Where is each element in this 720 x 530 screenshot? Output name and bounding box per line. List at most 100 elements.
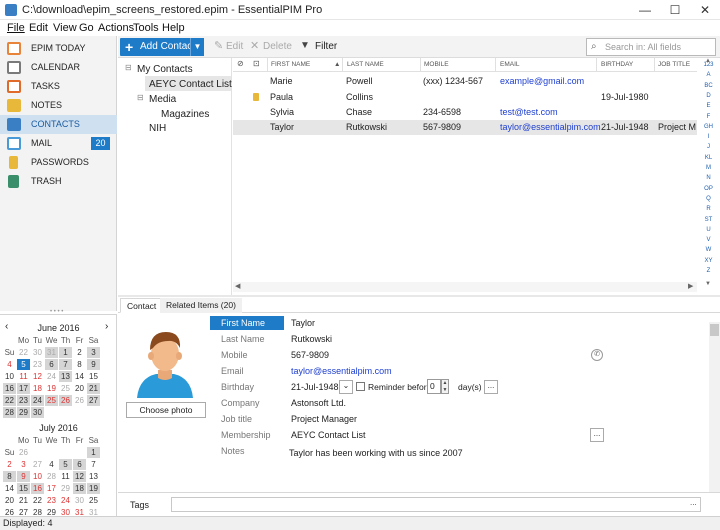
collapse-icon[interactable]: ⊟ <box>137 93 144 102</box>
calendar-day[interactable]: 22 <box>31 495 44 506</box>
table-row[interactable]: Marie Powell (xxx) 1234-567 example@gmai… <box>233 74 697 89</box>
menu-help[interactable]: Help <box>162 22 185 34</box>
alphabet-index-item[interactable]: R <box>697 206 720 212</box>
calendar-day[interactable]: 9 <box>17 471 30 482</box>
calendar-day[interactable]: 2 <box>3 459 16 470</box>
alphabet-index-item[interactable]: GH <box>697 124 720 130</box>
calendar-day[interactable]: 1 <box>59 347 72 358</box>
calendar-day[interactable]: 1 <box>87 447 100 458</box>
alphabet-index-item[interactable]: E <box>697 103 720 109</box>
calendar-day[interactable]: 30 <box>31 347 44 358</box>
close-button[interactable]: ✕ <box>690 0 720 20</box>
phone-icon[interactable]: ✆ <box>591 349 603 361</box>
calendar-day[interactable]: 25 <box>87 495 100 506</box>
calendar-day[interactable]: 3 <box>17 459 30 470</box>
reminder-spinner-icon[interactable]: ▲ ▼ <box>441 379 449 394</box>
calendar-day[interactable]: 16 <box>3 383 16 394</box>
collapse-icon[interactable]: ⊟ <box>125 63 132 72</box>
calendar-day[interactable]: 19 <box>87 483 100 494</box>
membership-more-button[interactable]: ... <box>590 428 604 442</box>
alphabet-index-item[interactable]: A <box>697 72 720 78</box>
choose-photo-button[interactable]: Choose photo <box>126 402 206 418</box>
horizontal-scrollbar[interactable]: ◀ ▶ <box>233 282 697 292</box>
email-field[interactable]: taylor@essentialpim.com <box>291 366 392 376</box>
calendar-day[interactable]: 22 <box>3 395 16 406</box>
calendar-day[interactable]: 3 <box>87 347 100 358</box>
nav-tasks[interactable]: TASKS <box>0 77 117 96</box>
calendar-day[interactable]: 6 <box>73 459 86 470</box>
next-month-icon[interactable]: › <box>105 321 108 332</box>
calendar-day[interactable]: 10 <box>3 371 16 382</box>
attachment-column-icon[interactable]: ⊘ <box>237 59 244 68</box>
calendar-day[interactable]: 20 <box>73 383 86 394</box>
calendar-day[interactable]: 11 <box>59 471 72 482</box>
scroll-up-icon[interactable]: ▲ <box>705 58 711 64</box>
calendar-day[interactable]: 14 <box>3 483 16 494</box>
detail-vertical-scrollbar[interactable] <box>709 322 720 492</box>
nav-mail[interactable]: MAIL 20 <box>0 134 117 153</box>
menu-actions[interactable]: Actions <box>98 22 134 34</box>
search-input[interactable]: ⌕ Search in: All fields <box>586 38 716 56</box>
calendar-day[interactable]: 24 <box>59 495 72 506</box>
reminder-days-input[interactable]: 0 <box>427 379 441 394</box>
calendar-day[interactable]: 8 <box>3 471 16 482</box>
calendar-day[interactable]: 2 <box>73 347 86 358</box>
alphabet-index-item[interactable]: F <box>697 114 720 120</box>
tab-contact[interactable]: Contact <box>120 298 164 313</box>
filter-button[interactable]: Filter <box>315 41 337 52</box>
calendar-day[interactable]: 17 <box>45 483 58 494</box>
calendar-day[interactable]: 11 <box>17 371 30 382</box>
calendar-day[interactable]: 13 <box>87 471 100 482</box>
calendar-day[interactable]: 21 <box>87 383 100 394</box>
calendar-day[interactable]: 16 <box>31 483 44 494</box>
calendar-day[interactable]: 28 <box>3 407 16 418</box>
calendar-day[interactable]: 4 <box>45 459 58 470</box>
tree-magazines[interactable]: Magazines <box>161 109 209 120</box>
edit-button[interactable]: Edit <box>226 41 243 52</box>
alphabet-index-item[interactable]: ST <box>697 217 720 223</box>
tree-nih[interactable]: NIH <box>149 123 166 134</box>
birthday-field[interactable]: 21-Jul-1948 <box>291 382 339 392</box>
cell-email[interactable]: example@gmail.com <box>500 76 584 86</box>
menu-view[interactable]: View <box>53 22 77 34</box>
calendar-day[interactable]: 23 <box>45 495 58 506</box>
column-email[interactable]: EMAIL <box>500 61 520 68</box>
calendar-day[interactable]: 27 <box>87 395 100 406</box>
calendar-day[interactable]: 12 <box>31 371 44 382</box>
tags-more-button[interactable]: ... <box>690 498 697 507</box>
alphabet-index-item[interactable]: Z <box>697 268 720 274</box>
calendar-day[interactable]: 13 <box>59 371 72 382</box>
alphabet-index-item[interactable]: U <box>697 227 720 233</box>
calendar-day[interactable]: 8 <box>73 359 86 370</box>
scroll-left-icon[interactable]: ◀ <box>235 282 240 290</box>
column-birthday[interactable]: BIRTHDAY <box>601 61 633 68</box>
calendar-day[interactable]: 30 <box>31 407 44 418</box>
calendar-day[interactable]: 26 <box>59 395 72 406</box>
alphabet-index-item[interactable]: KL <box>697 155 720 161</box>
menu-go[interactable]: Go <box>79 22 94 34</box>
calendar-day[interactable]: 15 <box>87 371 100 382</box>
calendar-day[interactable]: 31 <box>45 347 58 358</box>
alphabet-index-item[interactable]: J <box>697 144 720 150</box>
menu-tools[interactable]: Tools <box>133 22 159 34</box>
nav-trash[interactable]: TRASH <box>0 172 117 191</box>
company-field[interactable]: Astonsoft Ltd. <box>291 398 346 408</box>
calendar-day[interactable]: 5 <box>59 459 72 470</box>
calendar-day[interactable]: 21 <box>17 495 30 506</box>
calendar-day[interactable]: 7 <box>87 459 100 470</box>
column-first-name[interactable]: FIRST NAME <box>271 61 310 68</box>
tree-aeyc-contact-list[interactable]: AEYC Contact List <box>149 79 232 90</box>
calendar-day[interactable]: 12 <box>73 471 86 482</box>
column-job-title[interactable]: JOB TITLE <box>658 61 690 68</box>
table-row-selected[interactable]: Taylor Rutkowski 567-9809 taylor@essenti… <box>233 120 697 135</box>
alphabet-index-item[interactable]: N <box>697 175 720 181</box>
alphabet-index-item[interactable]: M <box>697 165 720 171</box>
reminder-more-button[interactable]: ... <box>484 380 498 394</box>
menu-edit[interactable]: Edit <box>29 22 48 34</box>
alphabet-index-item[interactable]: D <box>697 93 720 99</box>
lock-column-icon[interactable]: ⊡ <box>253 59 260 68</box>
column-mobile[interactable]: MOBILE <box>424 61 449 68</box>
alphabet-index-item[interactable]: I <box>697 134 720 140</box>
alphabet-index-item[interactable]: W <box>697 247 720 253</box>
maximize-button[interactable]: ☐ <box>660 0 690 20</box>
